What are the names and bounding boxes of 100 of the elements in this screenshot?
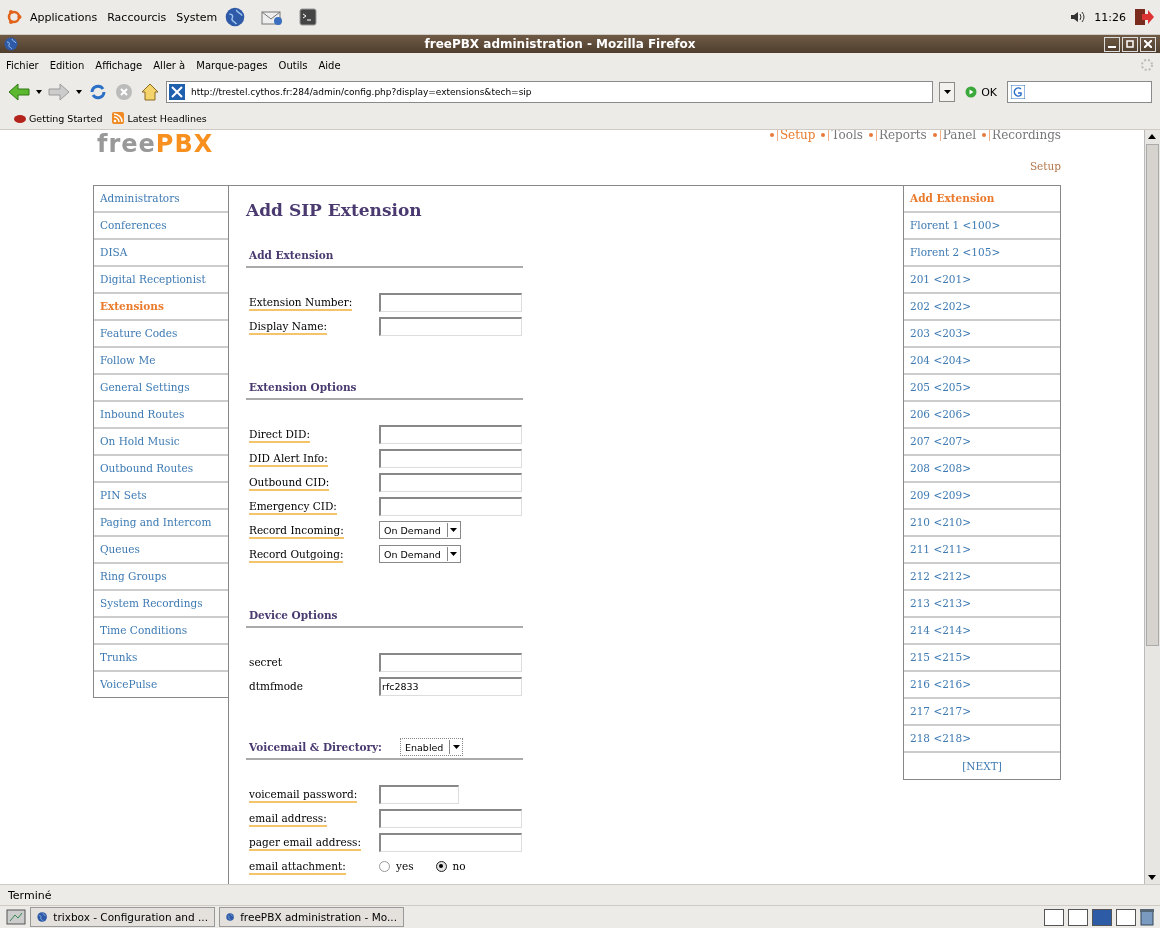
caret-icon[interactable] [36,90,42,94]
extension-link[interactable]: 215 <215> [904,645,1060,672]
workspace-icon[interactable] [1116,908,1136,926]
extension-link[interactable]: 216 <216> [904,672,1060,699]
panel-menu[interactable]: Raccourcis [105,10,169,24]
extension-link[interactable]: 206 <206> [904,402,1060,429]
sidebar-item[interactable]: Follow Me [94,348,228,375]
sidebar-item[interactable]: Digital Receptionist [94,267,228,294]
text-input[interactable] [379,784,459,804]
dropdown[interactable]: On Demand [379,545,461,563]
sidebar-item[interactable]: Time Conditions [94,618,228,645]
text-input[interactable] [379,472,522,492]
sidebar-item[interactable]: Feature Codes [94,321,228,348]
back-arrow-icon[interactable] [8,83,30,101]
extension-link[interactable]: 204 <204> [904,348,1060,375]
workspace-icon[interactable] [1092,908,1112,926]
go-button[interactable]: OK [961,85,1001,99]
workspace-icon[interactable] [1068,908,1088,926]
extension-link[interactable]: 207 <207> [904,429,1060,456]
extension-link[interactable]: 218 <218> [904,726,1060,753]
menu-item[interactable]: Aide [318,59,341,71]
extension-link[interactable]: 209 <209> [904,483,1060,510]
extension-link[interactable]: 212 <212> [904,564,1060,591]
terminal-icon[interactable] [299,8,318,26]
envelope-icon[interactable] [261,8,284,26]
text-input[interactable] [379,316,522,336]
text-input[interactable] [379,292,522,312]
sidebar-item[interactable]: Ring Groups [94,564,228,591]
extension-link[interactable]: 210 <210> [904,510,1060,537]
radio-option[interactable]: yes [379,860,414,872]
sidebar-item[interactable]: Queues [94,537,228,564]
sidebar-item[interactable]: Conferences [94,213,228,240]
menu-item[interactable]: Outils [278,59,308,71]
dropdown-button[interactable] [939,82,956,102]
speaker-icon[interactable] [1070,11,1087,23]
logout-icon[interactable] [1134,8,1154,26]
nav-link[interactable]: Reports [875,130,927,141]
text-input[interactable] [379,424,522,444]
sidebar-item[interactable]: VoicePulse [94,672,228,697]
sidebar-item[interactable]: Outbound Routes [94,456,228,483]
extension-link[interactable]: 213 <213> [904,591,1060,618]
nav-link[interactable]: Recordings [989,130,1061,141]
bookmark-link[interactable]: Getting Started [14,112,103,124]
sidebar-item[interactable]: Paging and Intercom [94,510,228,537]
sidebar-item[interactable]: On Hold Music [94,429,228,456]
sidebar-item[interactable]: PIN Sets [94,483,228,510]
sidebar-item[interactable]: DISA [94,240,228,267]
home-icon[interactable] [140,82,160,102]
sidebar-item[interactable]: System Recordings [94,591,228,618]
extension-link[interactable]: Add Extension [904,186,1060,213]
menu-item[interactable]: Marque-pages [196,59,268,71]
extension-link[interactable]: 202 <202> [904,294,1060,321]
dropdown[interactable]: On Demand [379,521,461,539]
caret-icon[interactable] [76,90,82,94]
close-button[interactable] [1140,36,1156,52]
panel-menu[interactable]: System [174,10,220,24]
dropdown[interactable]: Enabled [400,738,464,756]
text-input[interactable] [379,448,522,468]
sidebar-item[interactable]: Extensions [94,294,228,321]
nav-link[interactable]: Setup [776,130,816,141]
extension-link[interactable]: 203 <203> [904,321,1060,348]
minimize-button[interactable] [1104,36,1120,52]
extension-link[interactable]: 208 <208> [904,456,1060,483]
maximize-button[interactable] [1122,36,1138,52]
trash-icon[interactable] [1140,908,1154,926]
text-input[interactable] [379,652,522,672]
sidebar-item[interactable]: Inbound Routes [94,402,228,429]
nav-link[interactable]: Tools [828,130,863,141]
nav-link[interactable]: Panel [939,130,977,141]
menu-item[interactable]: Edition [49,59,85,71]
workspace-icon[interactable] [1044,908,1064,926]
text-input[interactable]: rfc2833 [379,676,522,696]
url-field[interactable]: http://trestel.cythos.fr:284/admin/config.php?display=extensions&tech=sip [166,81,934,103]
bookmark-link[interactable]: Latest Headlines [112,112,207,124]
sidebar-item[interactable]: Trunks [94,645,228,672]
extension-link[interactable]: 214 <214> [904,618,1060,645]
reload-icon[interactable] [88,82,108,102]
sidebar-item[interactable]: Administrators [94,186,228,213]
menu-item[interactable]: Fichier [6,59,39,71]
extension-link[interactable]: 205 <205> [904,375,1060,402]
radio-button[interactable] [379,860,390,872]
search-field[interactable] [1007,81,1152,103]
text-input[interactable] [379,808,522,828]
clock[interactable]: 11:26 [1092,10,1128,24]
breadcrumb-link[interactable]: Setup [1029,160,1061,172]
panel-menu[interactable]: Applications [28,10,100,24]
extension-link[interactable]: 211 <211> [904,537,1060,564]
extension-link[interactable]: Florent 1 <100> [904,213,1060,240]
sidebar-item[interactable]: General Settings [94,375,228,402]
taskbar-button[interactable]: trixbox - Configuration and ... [30,907,215,927]
scrollbar[interactable] [1144,130,1160,884]
radio-option[interactable]: no [435,860,466,872]
extension-link[interactable]: 201 <201> [904,267,1060,294]
taskbar-button[interactable]: freePBX administration - Mo... [219,907,404,927]
text-input[interactable] [379,496,522,516]
text-input[interactable] [379,832,522,852]
radio-button[interactable] [435,860,447,872]
extension-link[interactable]: 217 <217> [904,699,1060,726]
menu-item[interactable]: Aller à [153,59,186,71]
next-link[interactable]: [NEXT] [904,753,1060,779]
